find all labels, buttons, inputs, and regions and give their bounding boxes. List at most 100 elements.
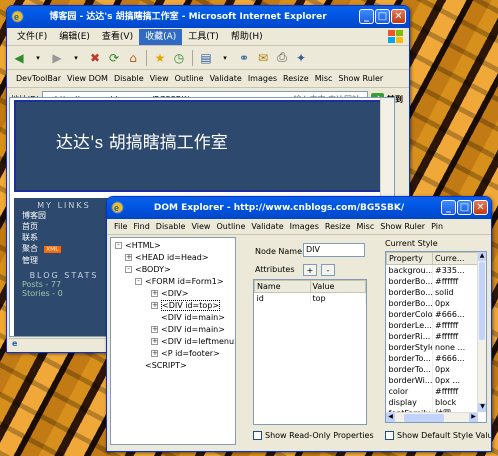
table-row[interactable]: borderWi... 0px ... <box>386 374 478 386</box>
style-value-cell[interactable]: #ffffff <box>432 385 478 397</box>
table-row[interactable]: id top <box>254 292 366 304</box>
expand-icon[interactable]: + <box>151 326 158 333</box>
show-readonly-checkbox[interactable] <box>253 431 262 440</box>
style-value-cell[interactable]: 0px ... <box>432 374 478 386</box>
style-hscrollbar[interactable]: ◀ ▶ <box>386 412 478 422</box>
history-icon[interactable]: ◷ <box>171 50 187 66</box>
scroll-up-icon[interactable]: ▲ <box>478 252 486 261</box>
node-name-field[interactable]: DIV <box>303 243 365 257</box>
page-icon[interactable]: ▤ <box>198 50 214 66</box>
table-row[interactable]: borderRi... #ffffff <box>386 330 478 342</box>
dom-menu-view[interactable]: View <box>188 219 213 235</box>
devbar-view[interactable]: View <box>147 74 172 83</box>
style-property-cell[interactable]: borderTo... <box>386 352 433 364</box>
tree-node-div-main-1[interactable]: <DIV id=main> <box>111 312 235 324</box>
table-row[interactable]: borderBo... #ffffff <box>386 275 478 287</box>
hscroll-thumb[interactable] <box>404 414 444 422</box>
favorites-star-icon[interactable]: ★ <box>152 50 168 66</box>
devbar-show-ruler[interactable]: Show Ruler <box>335 74 386 83</box>
style-col-current[interactable]: Curre... <box>432 252 478 265</box>
remove-attribute-button[interactable]: - <box>321 264 335 276</box>
table-row[interactable]: backgrou... #335... <box>386 264 478 276</box>
attr-col-value[interactable]: Value <box>309 280 366 293</box>
page-dropdown-icon[interactable]: ▾ <box>217 50 233 66</box>
maximize-button[interactable]: □ <box>457 200 472 215</box>
scroll-left-icon[interactable]: ◀ <box>386 413 395 422</box>
home-icon[interactable]: ⌂ <box>125 50 141 66</box>
table-row[interactable]: borderLe... #ffffff <box>386 319 478 331</box>
style-value-cell[interactable]: 0px <box>432 363 478 375</box>
print-icon[interactable]: ⎙ <box>274 50 290 66</box>
devbar-misc[interactable]: Misc <box>312 74 336 83</box>
devbar-resize[interactable]: Resize <box>280 74 312 83</box>
style-value-cell[interactable]: #ffffff <box>432 319 478 331</box>
forward-dropdown-icon[interactable]: ▾ <box>68 50 84 66</box>
style-property-cell[interactable]: backgrou... <box>386 264 433 276</box>
style-property-cell[interactable]: display <box>386 396 433 408</box>
devbar-images[interactable]: Images <box>245 74 280 83</box>
dom-menu-images[interactable]: Images <box>287 219 322 235</box>
tree-node-html[interactable]: - <HTML> <box>111 240 235 252</box>
style-property-cell[interactable]: borderRi... <box>386 330 433 342</box>
style-property-cell[interactable]: borderColor <box>386 308 433 320</box>
expand-icon[interactable]: + <box>125 254 132 261</box>
xml-badge[interactable]: XML <box>44 246 61 253</box>
style-property-cell[interactable]: borderWi... <box>386 374 433 386</box>
dom-menu-outline[interactable]: Outline <box>213 219 248 235</box>
show-default-checkbox[interactable] <box>385 431 394 440</box>
expand-icon[interactable]: + <box>151 290 158 297</box>
table-row[interactable]: borderTo... 0px <box>386 363 478 375</box>
style-property-cell[interactable]: borderBo... <box>386 297 433 309</box>
table-row[interactable]: borderBo... solid <box>386 286 478 298</box>
dom-menu-resize[interactable]: Resize <box>322 219 354 235</box>
link-front[interactable]: 首页 <box>14 221 114 232</box>
attr-name-cell[interactable]: id <box>254 292 311 304</box>
dom-menu-validate[interactable]: Validate <box>248 219 286 235</box>
style-property-cell[interactable]: color <box>386 385 433 397</box>
tree-node-form[interactable]: - <FORM id=Form1> <box>111 276 235 288</box>
style-value-cell[interactable]: #666... <box>432 308 478 320</box>
add-attribute-button[interactable]: + <box>303 264 317 276</box>
close-button[interactable]: ✕ <box>391 9 406 24</box>
show-default-toggle[interactable]: Show Default Style Values <box>385 431 491 440</box>
style-property-cell[interactable]: borderStyle <box>386 341 433 353</box>
minimize-button[interactable]: _ <box>359 9 374 24</box>
attr-col-name[interactable]: Name <box>254 280 311 293</box>
research-icon[interactable]: ✦ <box>293 50 309 66</box>
stop-icon[interactable]: ✖ <box>87 50 103 66</box>
link-contact[interactable]: 联系 <box>14 232 114 243</box>
refresh-icon[interactable]: ⟳ <box>106 50 122 66</box>
scroll-right-icon[interactable]: ▶ <box>469 413 478 422</box>
minimize-button[interactable]: _ <box>441 200 456 215</box>
scroll-thumb[interactable] <box>479 262 485 340</box>
style-value-cell[interactable]: #ffffff <box>432 330 478 342</box>
expand-icon[interactable]: + <box>151 350 158 357</box>
blog-title[interactable]: 达达's 胡搞瞎搞工作室 <box>56 133 228 153</box>
devbar-validate[interactable]: Validate <box>207 74 245 83</box>
menu-edit[interactable]: 编辑(E) <box>53 29 96 45</box>
style-col-property[interactable]: Property <box>386 252 433 265</box>
table-row[interactable]: borderColor #666... <box>386 308 478 320</box>
tree-node-script[interactable]: <SCRIPT> <box>111 360 235 372</box>
tree-node-body[interactable]: - <BODY> <box>111 264 235 276</box>
menu-favorites[interactable]: 收藏(A) <box>139 28 183 45</box>
dom-menu-show-ruler[interactable]: Show Ruler <box>377 219 428 235</box>
share-icon[interactable]: ⚭ <box>236 50 252 66</box>
menu-help[interactable]: 帮助(H) <box>225 29 269 45</box>
style-vscrollbar[interactable]: ▲ ▼ <box>477 252 486 412</box>
dom-menu-misc[interactable]: Misc <box>354 219 378 235</box>
scroll-down-icon[interactable]: ▼ <box>478 403 486 412</box>
table-row[interactable]: display block <box>386 396 478 408</box>
link-home[interactable]: 博客园 <box>14 210 114 221</box>
table-row[interactable]: borderBo... 0px <box>386 297 478 309</box>
table-row[interactable]: color #ffffff <box>386 385 478 397</box>
tree-node-div-leftmenu[interactable]: + <DIV id=leftmenu> <box>111 336 235 348</box>
link-manage[interactable]: 管理 <box>14 255 114 266</box>
expand-icon[interactable]: + <box>151 338 158 345</box>
collapse-icon[interactable]: - <box>135 278 142 285</box>
show-readonly-toggle[interactable]: Show Read-Only Properties <box>253 431 374 440</box>
expand-icon[interactable]: + <box>151 302 158 309</box>
dom-menu-disable[interactable]: Disable <box>153 219 189 235</box>
dom-menu-find[interactable]: Find <box>130 219 152 235</box>
style-property-cell[interactable]: borderTo... <box>386 363 433 375</box>
